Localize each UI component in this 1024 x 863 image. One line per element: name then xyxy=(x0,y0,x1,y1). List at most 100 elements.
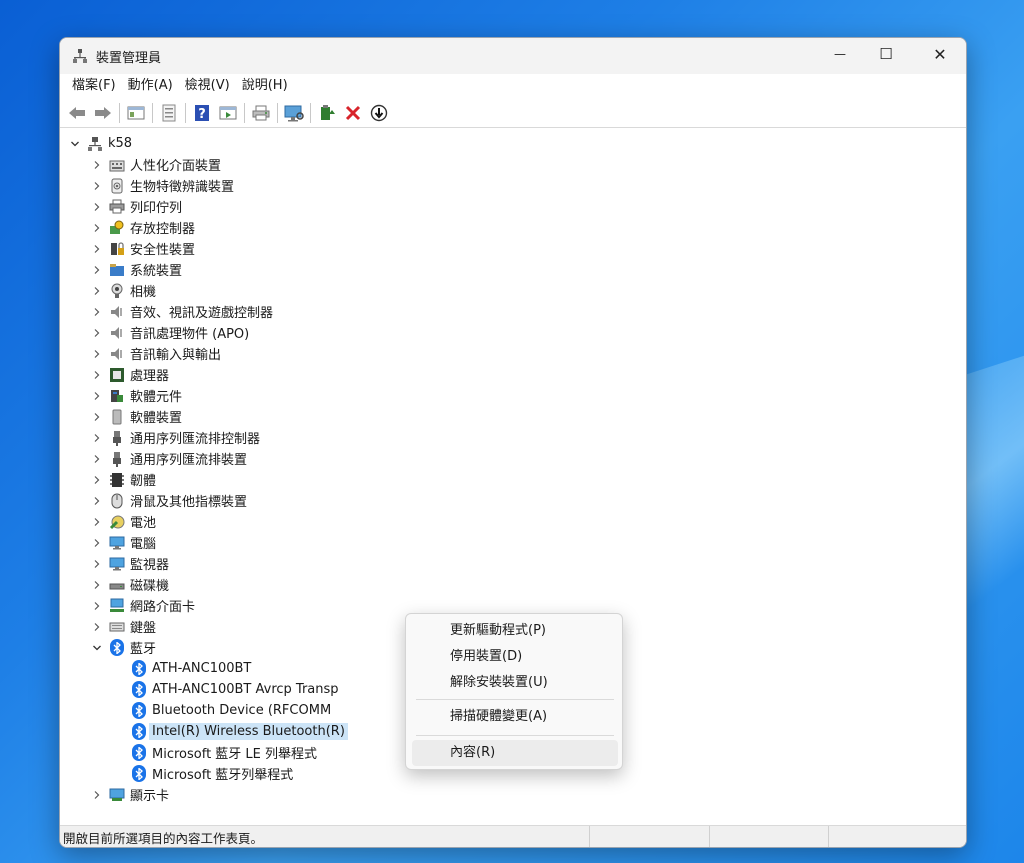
toolbar-separator xyxy=(244,102,245,123)
chevron-right-icon[interactable] xyxy=(90,263,104,277)
tree-category[interactable]: 安全性裝置 xyxy=(90,238,195,259)
properties-button[interactable] xyxy=(158,102,180,124)
chevron-right-icon[interactable] xyxy=(90,284,104,298)
minimize-icon: — xyxy=(834,47,846,61)
tree-device-item[interactable]: ATH-ANC100BT Avrcp Transp xyxy=(126,679,339,700)
tree-item-label: 人性化介面裝置 xyxy=(130,159,222,174)
tree-category[interactable]: 通用序列匯流排裝置 xyxy=(90,448,247,469)
tree-category[interactable]: 音訊輸入與輸出 xyxy=(90,343,221,364)
tree-category[interactable]: 生物特徵辨識裝置 xyxy=(90,175,234,196)
chevron-right-icon[interactable] xyxy=(90,599,104,613)
device-manager-window: 裝置管理員 — ☐ ✕ 檔案(F) 動作(A) 檢視(V) 說明(H) ? k5… xyxy=(59,37,967,848)
battery-icon xyxy=(108,513,126,531)
chevron-right-icon[interactable] xyxy=(90,452,104,466)
title-bar[interactable]: 裝置管理員 — ☐ ✕ xyxy=(60,38,966,74)
tree-root-computer[interactable]: k58 xyxy=(68,133,132,154)
close-button[interactable]: ✕ xyxy=(917,38,963,70)
menu-view[interactable]: 檢視(V) xyxy=(179,74,236,98)
tree-category[interactable]: 通用序列匯流排控制器 xyxy=(90,427,260,448)
tree-category[interactable]: 網路介面卡 xyxy=(90,595,195,616)
menu-update-driver[interactable]: 更新驅動程式(P) xyxy=(412,618,618,644)
uninstall-device-button[interactable] xyxy=(342,102,364,124)
tree-device-item[interactable]: Bluetooth Device (RFCOMM xyxy=(126,700,331,721)
tree-category[interactable]: 監視器 xyxy=(90,553,169,574)
tree-category[interactable]: 系統裝置 xyxy=(90,259,182,280)
maximize-button[interactable]: ☐ xyxy=(863,38,909,70)
chevron-right-icon[interactable] xyxy=(90,536,104,550)
tree-category[interactable]: 音訊處理物件 (APO) xyxy=(90,322,249,343)
tree-device-item[interactable]: Microsoft 藍牙 LE 列舉程式 xyxy=(126,742,317,763)
chevron-right-icon[interactable] xyxy=(90,305,104,319)
chevron-right-icon[interactable] xyxy=(90,389,104,403)
help-button[interactable]: ? xyxy=(191,102,213,124)
disable-device-button[interactable] xyxy=(368,102,390,124)
menu-file[interactable]: 檔案(F) xyxy=(66,74,122,98)
chevron-right-icon[interactable] xyxy=(90,431,104,445)
tree-category[interactable]: 電池 xyxy=(90,511,156,532)
chevron-right-icon[interactable] xyxy=(90,221,104,235)
system-device-icon xyxy=(108,261,126,279)
menu-help[interactable]: 說明(H) xyxy=(236,74,294,98)
chevron-right-icon[interactable] xyxy=(90,473,104,487)
tree-category[interactable]: 鍵盤 xyxy=(90,616,156,637)
chevron-right-icon[interactable] xyxy=(90,557,104,571)
tree-category[interactable]: 音效、視訊及遊戲控制器 xyxy=(90,301,273,322)
tree-item-label: 軟體裝置 xyxy=(130,411,183,426)
print-button[interactable] xyxy=(250,102,272,124)
chevron-down-icon[interactable] xyxy=(68,137,82,151)
menu-properties[interactable]: 內容(R) xyxy=(412,740,618,766)
chevron-right-icon[interactable] xyxy=(90,158,104,172)
tree-item-label: Microsoft 藍牙 LE 列舉程式 xyxy=(152,747,318,762)
computer-icon xyxy=(108,534,126,552)
tree-device-item[interactable]: Intel(R) Wireless Bluetooth(R) xyxy=(126,721,348,742)
audio-io-icon xyxy=(108,345,126,363)
forward-button[interactable] xyxy=(92,102,114,124)
chevron-right-icon[interactable] xyxy=(90,179,104,193)
tree-category[interactable]: 人性化介面裝置 xyxy=(90,154,221,175)
tree-item-label: 電池 xyxy=(130,516,157,531)
chevron-right-icon[interactable] xyxy=(90,368,104,382)
forward-icon xyxy=(95,106,111,119)
tree-category[interactable]: 軟體元件 xyxy=(90,385,182,406)
chevron-right-icon[interactable] xyxy=(90,788,104,802)
tree-category[interactable]: 顯示卡 xyxy=(90,784,169,805)
tree-category[interactable]: 存放控制器 xyxy=(90,217,195,238)
minimize-button[interactable]: — xyxy=(817,38,863,70)
chevron-right-icon[interactable] xyxy=(90,410,104,424)
menu-scan-hardware[interactable]: 掃描硬體變更(A) xyxy=(412,704,618,730)
tree-category[interactable]: 列印佇列 xyxy=(90,196,182,217)
software-component-icon xyxy=(108,387,126,405)
chevron-right-icon[interactable] xyxy=(90,494,104,508)
help-icon: ? xyxy=(195,104,209,122)
chevron-down-icon[interactable] xyxy=(90,641,104,655)
show-hide-console-tree-button[interactable] xyxy=(125,102,147,124)
tree-category[interactable]: 韌體 xyxy=(90,469,156,490)
tree-device-item[interactable]: ATH-ANC100BT xyxy=(126,658,251,679)
chevron-right-icon[interactable] xyxy=(90,326,104,340)
chevron-right-icon[interactable] xyxy=(90,347,104,361)
chevron-right-icon[interactable] xyxy=(90,578,104,592)
enable-device-button[interactable] xyxy=(316,102,338,124)
tree-category[interactable]: 處理器 xyxy=(90,364,169,385)
tree-item-label: 通用序列匯流排裝置 xyxy=(130,453,248,468)
tree-category[interactable]: 軟體裝置 xyxy=(90,406,182,427)
scan-hardware-button[interactable] xyxy=(283,102,305,124)
chevron-right-icon[interactable] xyxy=(90,620,104,634)
tree-category[interactable]: 藍牙 xyxy=(90,637,156,658)
tree-category[interactable]: 相機 xyxy=(90,280,156,301)
bluetooth-icon xyxy=(130,660,148,678)
tree-item-label: 音訊處理物件 (APO) xyxy=(130,327,250,342)
tree-category[interactable]: 磁碟機 xyxy=(90,574,169,595)
tree-device-item[interactable]: Microsoft 藍牙列舉程式 xyxy=(126,763,293,784)
tree-category[interactable]: 電腦 xyxy=(90,532,156,553)
run-button[interactable] xyxy=(217,102,239,124)
menu-disable-device[interactable]: 停用裝置(D) xyxy=(412,644,618,670)
tree-category[interactable]: 滑鼠及其他指標裝置 xyxy=(90,490,247,511)
tree-item-label: 生物特徵辨識裝置 xyxy=(130,180,235,195)
menu-action[interactable]: 動作(A) xyxy=(122,74,179,98)
menu-uninstall-device[interactable]: 解除安裝裝置(U) xyxy=(412,670,618,696)
chevron-right-icon[interactable] xyxy=(90,515,104,529)
back-button[interactable] xyxy=(66,102,88,124)
chevron-right-icon[interactable] xyxy=(90,200,104,214)
chevron-right-icon[interactable] xyxy=(90,242,104,256)
